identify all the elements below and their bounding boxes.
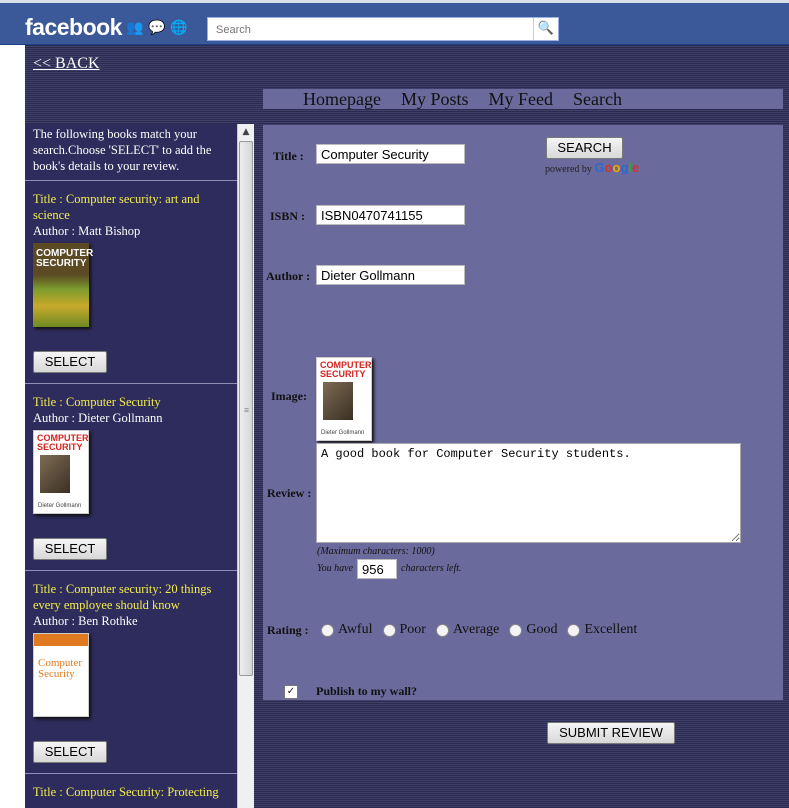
friend-requests-icon[interactable]: 👥 bbox=[126, 20, 143, 36]
scrollbar-thumb[interactable]: ≡ bbox=[239, 141, 253, 676]
result-title: Title : Computer security: 20 things eve… bbox=[33, 582, 212, 612]
chars-left-field bbox=[357, 559, 397, 579]
rating-option-label: Awful bbox=[338, 622, 373, 637]
book-cover-image: COMPUTER SECURITY Dieter Gollmann bbox=[316, 357, 372, 441]
book-cover: Computer Security bbox=[33, 633, 89, 717]
nav-homepage[interactable]: Homepage bbox=[303, 89, 381, 109]
nav-my-posts[interactable]: My Posts bbox=[401, 89, 469, 109]
select-button[interactable]: SELECT bbox=[33, 538, 107, 560]
publish-checkbox[interactable]: ✓ bbox=[284, 685, 298, 699]
scroll-up-arrow-icon[interactable]: ▲ bbox=[238, 124, 254, 140]
grip-icon: ≡ bbox=[244, 405, 250, 415]
nav-search[interactable]: Search bbox=[573, 89, 622, 109]
publish-label: Publish to my wall? bbox=[316, 684, 418, 698]
author-input[interactable] bbox=[316, 265, 465, 285]
rating-label: Rating : bbox=[267, 623, 309, 637]
facebook-search-box: 🔍 bbox=[207, 17, 559, 41]
review-textarea[interactable]: A good book for Computer Security studen… bbox=[316, 443, 741, 543]
result-item: Title : Computer security: 20 things eve… bbox=[25, 571, 237, 774]
rating-radio-awful[interactable] bbox=[321, 623, 334, 637]
google-logo: Google bbox=[594, 160, 639, 175]
facebook-search-input[interactable] bbox=[214, 19, 528, 41]
result-title: Title : Computer Security: Protecting bbox=[33, 785, 219, 799]
rating-radio-average[interactable] bbox=[435, 623, 449, 637]
powered-by-text: powered by bbox=[545, 164, 592, 175]
result-author: Author : Dieter Gollmann bbox=[33, 411, 163, 425]
search-results-panel: The following books match your search.Ch… bbox=[25, 124, 237, 808]
max-chars-note: (Maximum characters: 1000) bbox=[317, 546, 435, 557]
google-letter: e bbox=[632, 160, 640, 175]
isbn-label: ISBN : bbox=[270, 209, 306, 223]
submit-review-button[interactable]: SUBMIT REVIEW bbox=[547, 722, 675, 744]
cover-photo bbox=[40, 455, 70, 493]
rating-radio-excellent[interactable] bbox=[567, 623, 581, 637]
powered-by-google: powered by Google bbox=[545, 160, 639, 175]
chars-left-suffix: characters left. bbox=[401, 563, 462, 574]
back-link[interactable]: << BACK bbox=[33, 55, 100, 73]
cover-author: Dieter Gollmann bbox=[321, 430, 365, 436]
result-item: Title : Computer Security Author : Diete… bbox=[25, 384, 237, 571]
cover-title: COMPUTER SECURITY bbox=[36, 248, 94, 269]
nav-my-feed[interactable]: My Feed bbox=[489, 89, 554, 109]
book-cover: COMPUTER SECURITY bbox=[33, 243, 93, 327]
result-title: Title : Computer Security bbox=[33, 395, 161, 409]
google-letter: G bbox=[594, 160, 605, 175]
author-label: Author : bbox=[266, 269, 311, 283]
notification-icons: 👥 💬 🌐 bbox=[126, 20, 187, 38]
isbn-input[interactable] bbox=[316, 205, 465, 225]
rating-options: Awful Poor Average Good Excellent bbox=[321, 622, 637, 638]
rating-radio-good[interactable] bbox=[509, 623, 523, 637]
rating-option-label: Good bbox=[526, 622, 558, 637]
app-nav: Homepage My Posts My Feed Search bbox=[263, 89, 783, 109]
messages-icon[interactable]: 💬 bbox=[148, 20, 165, 36]
search-icon[interactable]: 🔍 bbox=[533, 18, 558, 40]
result-item: Title : Computer Security: Protecting bbox=[25, 774, 237, 808]
review-label: Review : bbox=[267, 486, 312, 500]
title-label: Title : bbox=[273, 149, 304, 163]
cover-title: Computer Security bbox=[38, 657, 82, 680]
book-cover: COMPUTER SECURITY Dieter Gollmann bbox=[33, 430, 89, 514]
result-title: Title : Computer security: art and scien… bbox=[33, 192, 200, 222]
rating-radio-poor[interactable] bbox=[382, 623, 396, 637]
result-item: Title : Computer security: art and scien… bbox=[25, 181, 237, 384]
facebook-logo[interactable]: facebook bbox=[25, 14, 122, 41]
search-button[interactable]: SEARCH bbox=[546, 137, 623, 159]
you-have-text: You have bbox=[317, 563, 354, 574]
results-scrollbar[interactable]: ▲ ≡ bbox=[237, 124, 254, 808]
review-form: Title : SEARCH powered by Google ISBN : … bbox=[263, 125, 783, 744]
cover-photo bbox=[323, 382, 353, 420]
facebook-header: facebook 👥 💬 🌐 🔍 bbox=[0, 0, 789, 45]
rating-option-label: Average bbox=[452, 622, 500, 637]
cover-author: Dieter Gollmann bbox=[38, 503, 82, 509]
rating-option-label: Excellent bbox=[584, 622, 638, 637]
select-button[interactable]: SELECT bbox=[33, 741, 107, 763]
google-letter: o bbox=[604, 160, 613, 175]
cover-title: COMPUTER SECURITY bbox=[320, 360, 372, 379]
results-intro: The following books match your search.Ch… bbox=[25, 124, 237, 181]
notifications-globe-icon[interactable]: 🌐 bbox=[170, 20, 187, 36]
cover-band bbox=[34, 634, 88, 646]
rating-option-label: Poor bbox=[399, 622, 426, 637]
result-author: Author : Matt Bishop bbox=[33, 224, 141, 238]
cover-title: COMPUTER SECURITY bbox=[37, 433, 89, 452]
image-label: Image: bbox=[271, 389, 307, 403]
top-strip bbox=[0, 0, 789, 3]
result-author: Author : Ben Rothke bbox=[33, 614, 138, 628]
app-canvas: << BACK Homepage My Posts My Feed Search… bbox=[25, 45, 789, 808]
title-input[interactable] bbox=[316, 144, 465, 164]
select-button[interactable]: SELECT bbox=[33, 351, 107, 373]
